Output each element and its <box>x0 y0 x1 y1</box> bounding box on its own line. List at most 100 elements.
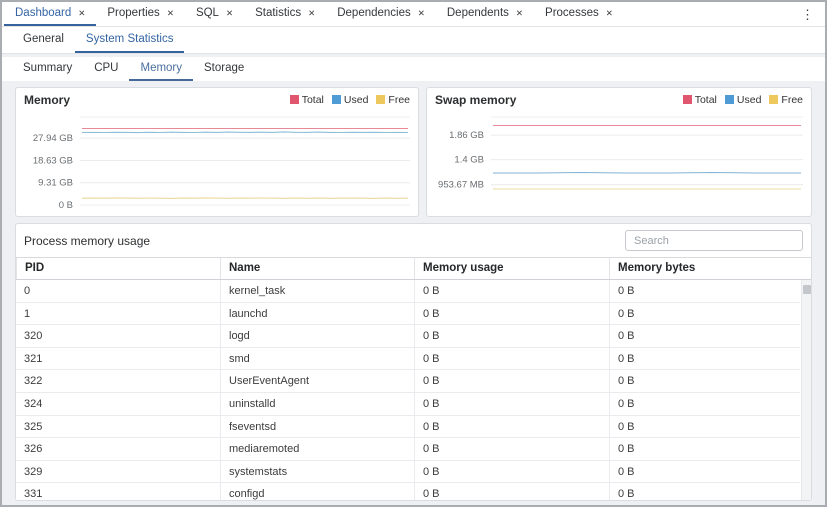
cell-name: mediaremoted <box>220 438 414 460</box>
panel-tab-label: Dependents <box>447 7 509 19</box>
cell-pid: 322 <box>16 370 220 392</box>
svg-text:1.86 GB: 1.86 GB <box>449 130 484 141</box>
cell-memory-usage: 0 B <box>414 303 609 325</box>
panel-tab-bar: Dashboard ✕ Properties ✕ SQL ✕ Statistic… <box>2 2 825 27</box>
cell-memory-bytes: 0 B <box>609 438 800 460</box>
panel-tab[interactable]: Dependents ✕ <box>436 2 534 26</box>
cell-memory-bytes: 0 B <box>609 370 800 392</box>
panel-tab-label: Properties <box>107 7 159 19</box>
cell-memory-usage: 0 B <box>414 325 609 347</box>
close-icon[interactable]: ✕ <box>606 9 613 18</box>
legend-swatch-icon <box>725 95 734 104</box>
table-column-headers: PID Name Memory usage Memory bytes <box>16 258 811 280</box>
chart-title: Memory <box>24 93 70 107</box>
process-memory-usage-panel: Process memory usage PID Name Memory usa… <box>15 223 812 501</box>
table-row[interactable]: 0 kernel_task 0 B 0 B <box>16 280 800 303</box>
close-icon[interactable]: ✕ <box>308 9 315 18</box>
sub-tab[interactable]: System Statistics <box>75 27 185 53</box>
svg-text:1.4 GB: 1.4 GB <box>454 155 484 166</box>
panel-tab-label: SQL <box>196 7 219 19</box>
scrollbar-thumb[interactable] <box>803 285 811 294</box>
chart-legend: Total Used Free <box>290 94 410 106</box>
cell-pid: 331 <box>16 483 220 500</box>
table-row[interactable]: 324 uninstalld 0 B 0 B <box>16 393 800 416</box>
stat-tab[interactable]: Memory <box>129 57 193 81</box>
stat-tab[interactable]: CPU <box>83 57 129 81</box>
close-icon[interactable]: ✕ <box>516 9 523 18</box>
column-header[interactable]: Memory usage <box>414 258 609 279</box>
cell-name: UserEventAgent <box>220 370 414 392</box>
table-row[interactable]: 329 systemstats 0 B 0 B <box>16 461 800 484</box>
legend-item: Free <box>769 94 803 106</box>
search-input[interactable] <box>625 230 803 251</box>
column-header[interactable]: Name <box>220 258 414 279</box>
panel-tab[interactable]: Dashboard ✕ <box>4 2 96 26</box>
legend-label: Free <box>388 94 410 106</box>
stat-tab-label: Summary <box>23 62 72 74</box>
svg-text:18.63 GB: 18.63 GB <box>33 155 73 166</box>
stat-tab-label: Memory <box>140 62 182 74</box>
memory-chart-header: Memory Total Used <box>16 88 418 111</box>
close-icon[interactable]: ✕ <box>226 9 233 18</box>
close-icon[interactable]: ✕ <box>78 9 85 18</box>
table-row[interactable]: 331 configd 0 B 0 B <box>16 483 800 500</box>
legend-label: Used <box>737 94 762 106</box>
panel-tab[interactable]: Properties ✕ <box>96 2 185 26</box>
cell-memory-usage: 0 B <box>414 370 609 392</box>
cell-pid: 324 <box>16 393 220 415</box>
legend-swatch-icon <box>376 95 385 104</box>
cell-memory-usage: 0 B <box>414 393 609 415</box>
column-header[interactable]: Memory bytes <box>609 258 811 279</box>
legend-item: Free <box>376 94 410 106</box>
table-row[interactable]: 325 fseventsd 0 B 0 B <box>16 416 800 439</box>
legend-swatch-icon <box>769 95 778 104</box>
cell-name: configd <box>220 483 414 500</box>
cell-memory-usage: 0 B <box>414 348 609 370</box>
cell-name: smd <box>220 348 414 370</box>
panel-tab-label: Dashboard <box>15 7 71 19</box>
dashboard-sub-tabs: General System Statistics <box>12 27 184 53</box>
panel-tab[interactable]: Dependencies ✕ <box>326 2 436 26</box>
cell-pid: 325 <box>16 416 220 438</box>
dashboard-sub-tab-bar: General System Statistics <box>2 27 825 54</box>
table-row[interactable]: 320 logd 0 B 0 B <box>16 325 800 348</box>
table-rows: 0 kernel_task 0 B 0 B 1 launchd 0 B 0 B <box>16 280 800 500</box>
stat-tab-label: Storage <box>204 62 244 74</box>
svg-text:27.94 GB: 27.94 GB <box>33 133 73 144</box>
panel-tab[interactable]: Processes ✕ <box>534 2 624 26</box>
cell-memory-bytes: 0 B <box>609 461 800 483</box>
cell-memory-bytes: 0 B <box>609 416 800 438</box>
close-icon[interactable]: ✕ <box>418 9 425 18</box>
table-row[interactable]: 322 UserEventAgent 0 B 0 B <box>16 370 800 393</box>
stat-tab[interactable]: Summary <box>12 57 83 81</box>
table-title: Process memory usage <box>24 234 150 248</box>
stat-tab[interactable]: Storage <box>193 57 255 81</box>
sub-tab[interactable]: General <box>12 27 75 53</box>
process-table-header: Process memory usage <box>16 224 811 257</box>
system-statistics-content: Summary CPU Memory Storage <box>2 54 825 505</box>
legend-item: Used <box>725 94 762 106</box>
panel-tab-label: Processes <box>545 7 599 19</box>
table-scrollbar[interactable] <box>801 280 811 500</box>
kebab-menu-icon[interactable]: ⋮ <box>796 2 819 27</box>
legend-item: Total <box>290 94 324 106</box>
table-row[interactable]: 326 mediaremoted 0 B 0 B <box>16 438 800 461</box>
cell-memory-bytes: 0 B <box>609 348 800 370</box>
cell-pid: 0 <box>16 280 220 302</box>
cell-name: launchd <box>220 303 414 325</box>
panel-tab[interactable]: SQL ✕ <box>185 2 244 26</box>
table-row[interactable]: 1 launchd 0 B 0 B <box>16 303 800 326</box>
chart-title: Swap memory <box>435 93 516 107</box>
swap-chart-header: Swap memory Total Used <box>427 88 811 111</box>
legend-label: Used <box>344 94 369 106</box>
cell-memory-usage: 0 B <box>414 280 609 302</box>
statistics-tab-bar: Summary CPU Memory Storage <box>2 57 825 81</box>
close-icon[interactable]: ✕ <box>167 9 174 18</box>
table-row[interactable]: 321 smd 0 B 0 B <box>16 348 800 371</box>
cell-memory-bytes: 0 B <box>609 280 800 302</box>
panel-tab-label: Dependencies <box>337 7 411 19</box>
legend-item: Used <box>332 94 369 106</box>
legend-label: Total <box>695 94 717 106</box>
column-header[interactable]: PID <box>16 258 220 279</box>
panel-tab[interactable]: Statistics ✕ <box>244 2 326 26</box>
